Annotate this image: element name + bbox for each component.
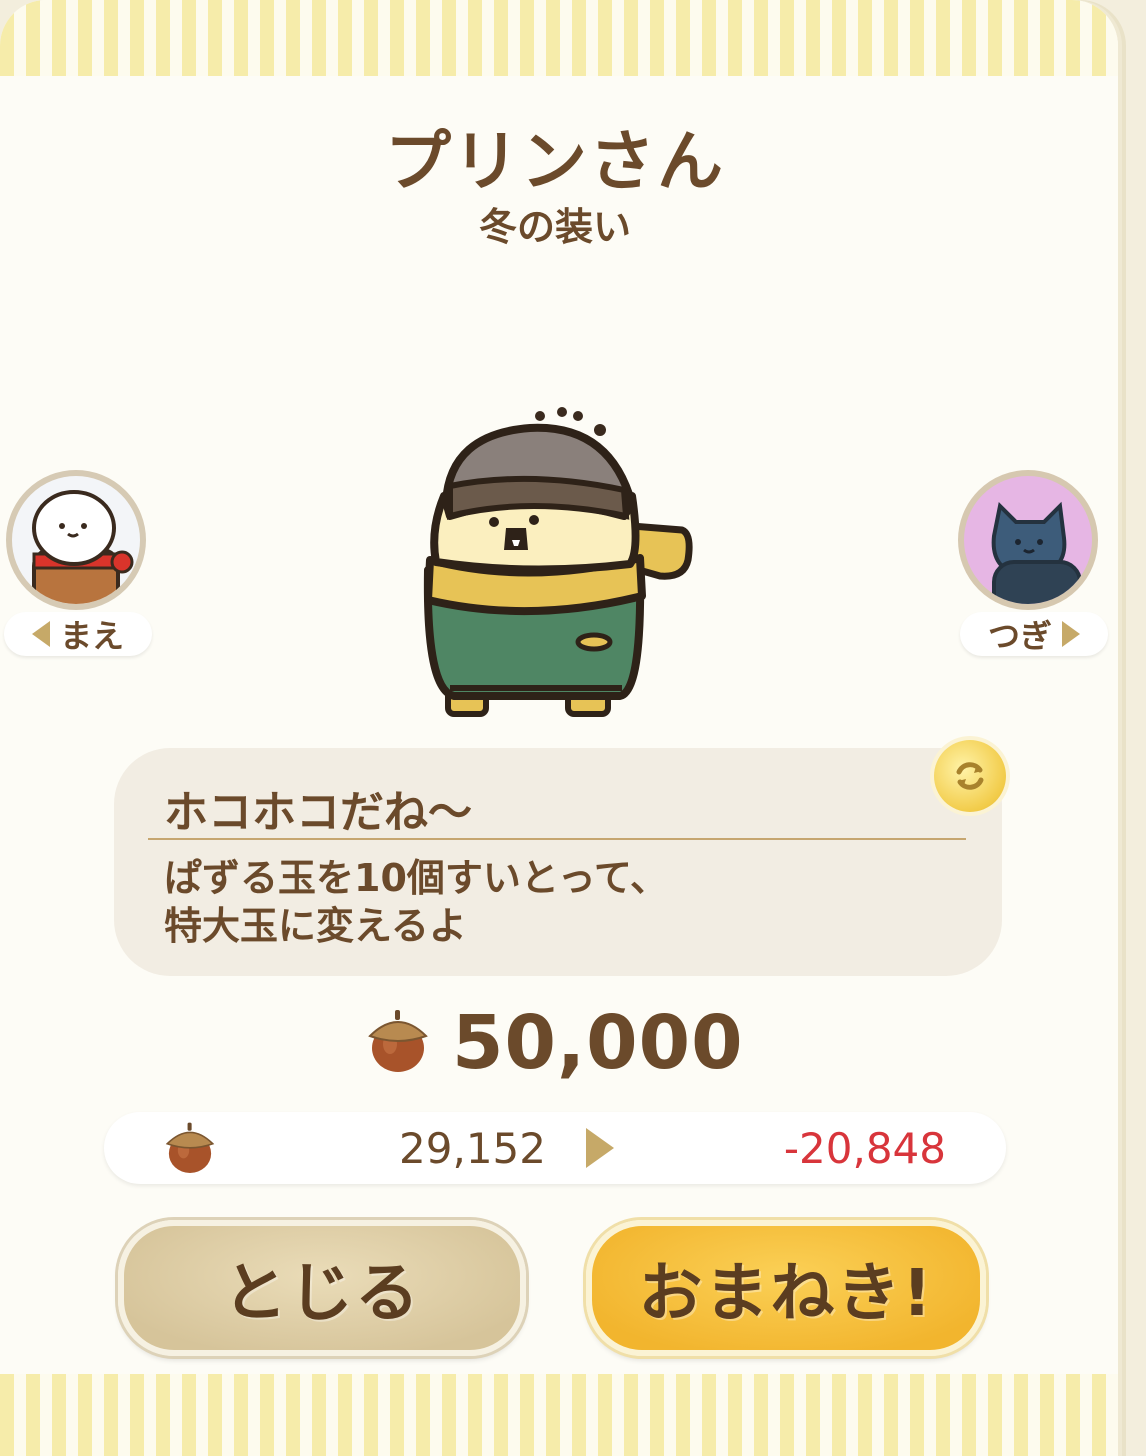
speech-divider: [148, 838, 966, 840]
bottom-stripe-border: [0, 1374, 1118, 1456]
invite-button[interactable]: おまねき!: [586, 1220, 986, 1356]
prev-character-portrait: [6, 470, 146, 610]
next-character-portrait: [958, 470, 1098, 610]
refresh-button[interactable]: [934, 740, 1006, 812]
skill-description-line-1: ぱずる玉を10個すいとって、: [164, 856, 668, 900]
top-stripe-border: [0, 0, 1118, 76]
price-amount: 50,000: [452, 1000, 744, 1086]
next-character-button[interactable]: つぎ: [956, 470, 1112, 656]
prev-label-pill: まえ: [4, 612, 152, 656]
resulting-acorns: -20,848: [783, 1124, 946, 1173]
triangle-left-icon: [31, 621, 50, 647]
character-speech-box: ホコホコだね～ ぱずる玉を10個すいとって、 特大玉に変えるよ: [114, 748, 1002, 976]
acorn-icon: [165, 1122, 215, 1173]
outfit-name: 冬の装い: [478, 205, 631, 249]
speech-greeting: ホコホコだね～: [164, 787, 472, 838]
character-illustration: [410, 400, 700, 730]
skill-description: ぱずる玉を10個すいとって、 特大玉に変えるよ: [164, 854, 944, 950]
skill-description-line-2: 特大玉に変えるよ: [164, 904, 467, 948]
next-label: つぎ: [987, 617, 1052, 655]
refresh-icon: [956, 762, 984, 790]
prev-label: まえ: [59, 617, 124, 655]
next-label-pill: つぎ: [960, 612, 1108, 656]
balance-bar: 29,152 -20,848: [104, 1112, 1006, 1184]
close-button[interactable]: とじる: [118, 1220, 526, 1356]
character-name: プリンさん: [385, 123, 725, 200]
arrow-right-icon: [586, 1128, 614, 1168]
character-detail-dialog: プリンさん 冬の装い まえ つぎ ホコホコだね～ ぱずる玉を10個すいとって、 …: [0, 0, 1118, 1456]
invite-button-label: おまねき!: [638, 1257, 934, 1331]
current-acorns: 29,152: [399, 1124, 546, 1173]
triangle-right-icon: [1062, 621, 1080, 647]
acorn-icon: [368, 1010, 428, 1072]
invite-price: 50,000: [360, 1000, 760, 1090]
close-button-label: とじる: [223, 1257, 421, 1331]
prev-character-button[interactable]: まえ: [0, 470, 156, 656]
